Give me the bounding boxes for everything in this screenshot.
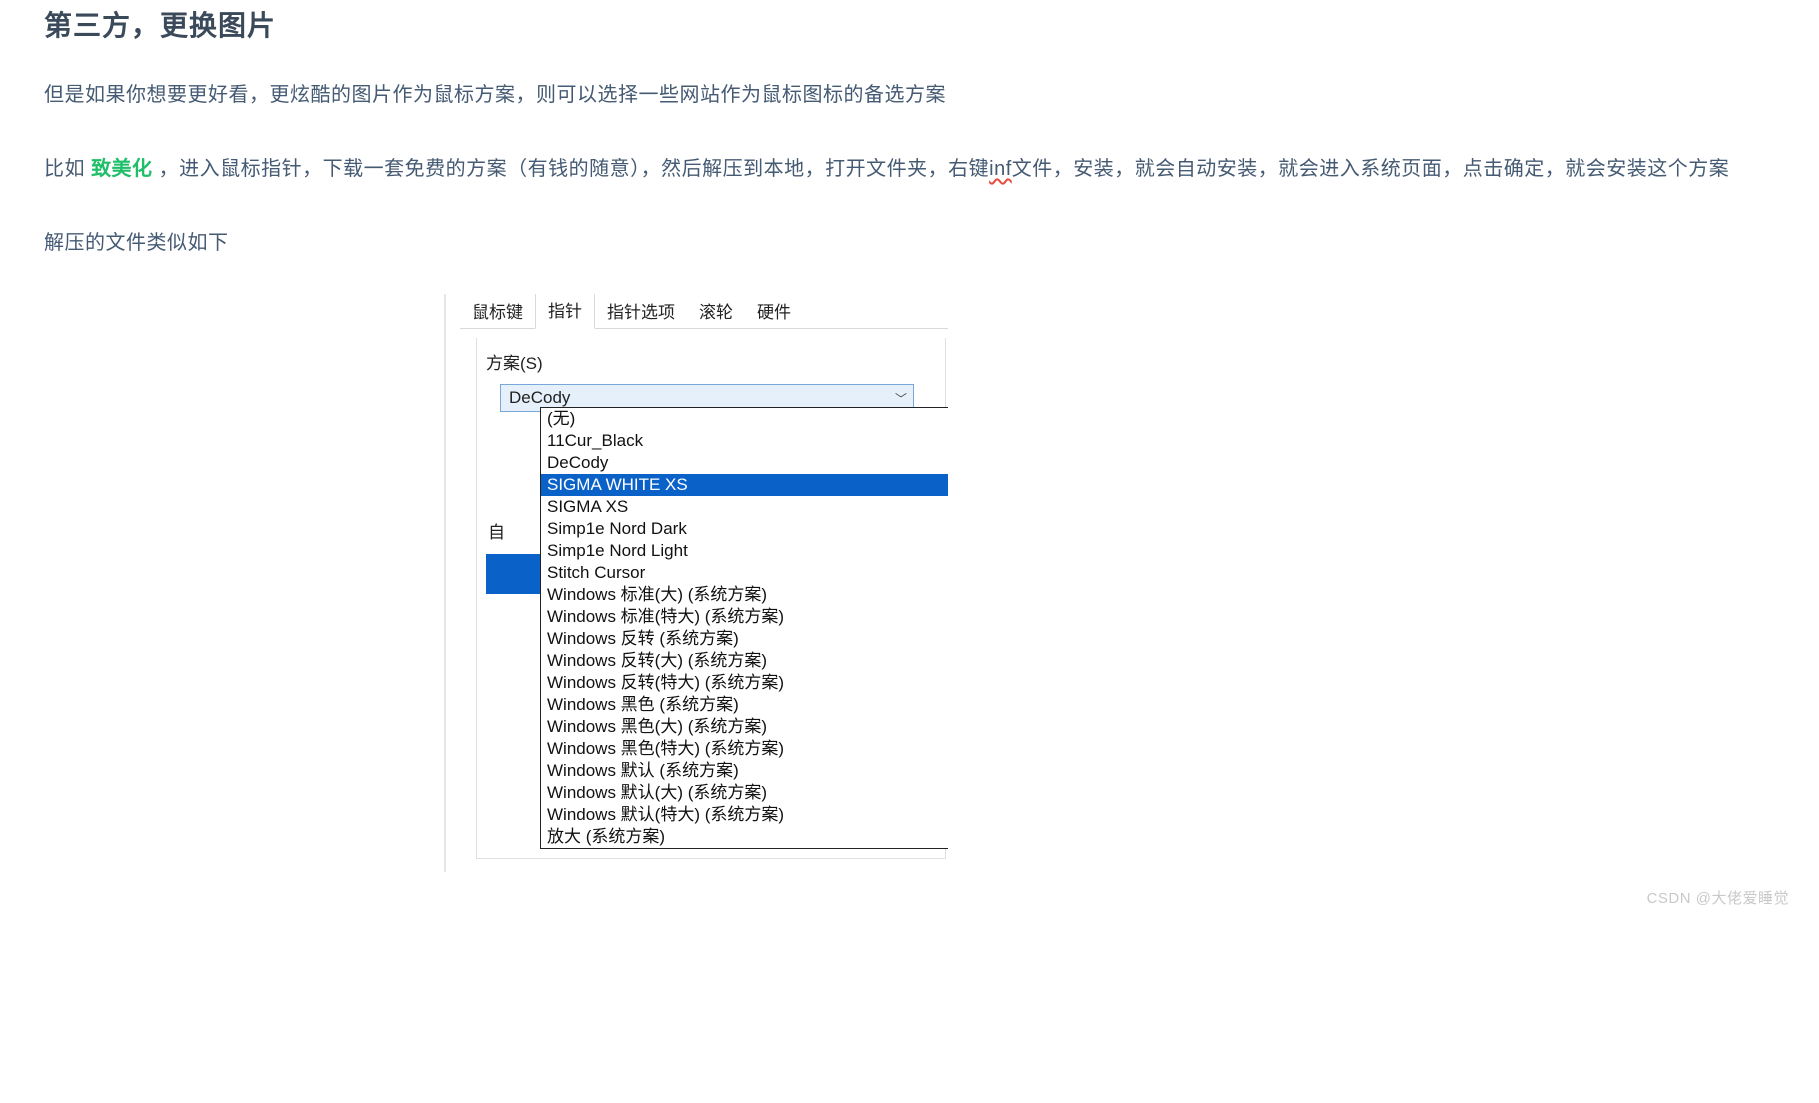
- scheme-option[interactable]: Windows 默认(大) (系统方案): [541, 782, 948, 804]
- paragraph-1: 但是如果你想要更好看，更炫酷的图片作为鼠标方案，则可以选择一些网站作为鼠标图标的…: [44, 72, 1819, 118]
- scheme-option[interactable]: Windows 黑色(大) (系统方案): [541, 716, 948, 738]
- scheme-option[interactable]: DeCody: [541, 452, 948, 474]
- scheme-option[interactable]: Simp1e Nord Dark: [541, 518, 948, 540]
- scheme-group-label: 方案(S): [486, 349, 543, 374]
- paragraph-3: 解压的文件类似如下: [44, 220, 1819, 266]
- scheme-option[interactable]: 放大 (系统方案): [541, 826, 948, 848]
- customize-label-fragment: 自: [488, 518, 505, 543]
- scheme-combobox-value: DeCody: [509, 388, 570, 408]
- scheme-option[interactable]: Stitch Cursor: [541, 562, 948, 584]
- scheme-option[interactable]: Windows 反转(大) (系统方案): [541, 650, 948, 672]
- scheme-option[interactable]: 11Cur_Black: [541, 430, 948, 452]
- section-heading: 第三方，更换图片: [44, 4, 1819, 44]
- chevron-down-icon: ﹀: [895, 390, 907, 407]
- scheme-option[interactable]: Windows 反转(特大) (系统方案): [541, 672, 948, 694]
- p2-mid2: 文件，安装，就会自动安装，就会进入系统页面，点击确定，就会安装这个方案: [1012, 158, 1730, 180]
- tab-strip: 鼠标键指针指针选项滚轮硬件: [460, 294, 948, 329]
- scheme-option[interactable]: SIGMA XS: [541, 496, 948, 518]
- scheme-option[interactable]: Windows 默认(特大) (系统方案): [541, 804, 948, 826]
- tab-3[interactable]: 滚轮: [687, 294, 745, 329]
- tab-0[interactable]: 鼠标键: [460, 294, 535, 329]
- p2-pre: 比如: [44, 158, 91, 180]
- tab-1[interactable]: 指针: [535, 294, 595, 329]
- scheme-option[interactable]: Windows 标准(大) (系统方案): [541, 584, 948, 606]
- scheme-group: 方案(S) DeCody ﹀ (无)11Cur_BlackDeCodySIGMA…: [486, 349, 930, 412]
- scheme-option[interactable]: Windows 标准(特大) (系统方案): [541, 606, 948, 628]
- p2-inf: inf: [989, 158, 1012, 180]
- scheme-option[interactable]: Windows 黑色(特大) (系统方案): [541, 738, 948, 760]
- tab-2[interactable]: 指针选项: [595, 294, 687, 329]
- watermark: CSDN @大佬爱睡觉: [1647, 887, 1789, 908]
- p2-mid1: ，进入鼠标指针，下载一套免费的方案（有钱的随意），然后解压到本地，打开文件夹，右…: [153, 158, 990, 180]
- scheme-option[interactable]: Windows 默认 (系统方案): [541, 760, 948, 782]
- scheme-option[interactable]: (无): [541, 408, 948, 430]
- scheme-dropdown-list[interactable]: (无)11Cur_BlackDeCodySIGMA WHITE XSSIGMA …: [540, 407, 948, 849]
- paragraph-2: 比如 致美化 ，进入鼠标指针，下载一套免费的方案（有钱的随意），然后解压到本地，…: [44, 146, 1819, 192]
- scheme-option[interactable]: SIGMA WHITE XS: [541, 474, 948, 496]
- scheme-option[interactable]: Simp1e Nord Light: [541, 540, 948, 562]
- scheme-option[interactable]: Windows 反转 (系统方案): [541, 628, 948, 650]
- tab-4[interactable]: 硬件: [745, 294, 803, 329]
- mouse-properties-dialog: 鼠标键指针指针选项滚轮硬件 自 方案(S) DeCody ﹀ (无)11Cur_…: [444, 294, 948, 872]
- link-zhimeihua[interactable]: 致美化: [91, 158, 153, 180]
- scheme-option[interactable]: Windows 黑色 (系统方案): [541, 694, 948, 716]
